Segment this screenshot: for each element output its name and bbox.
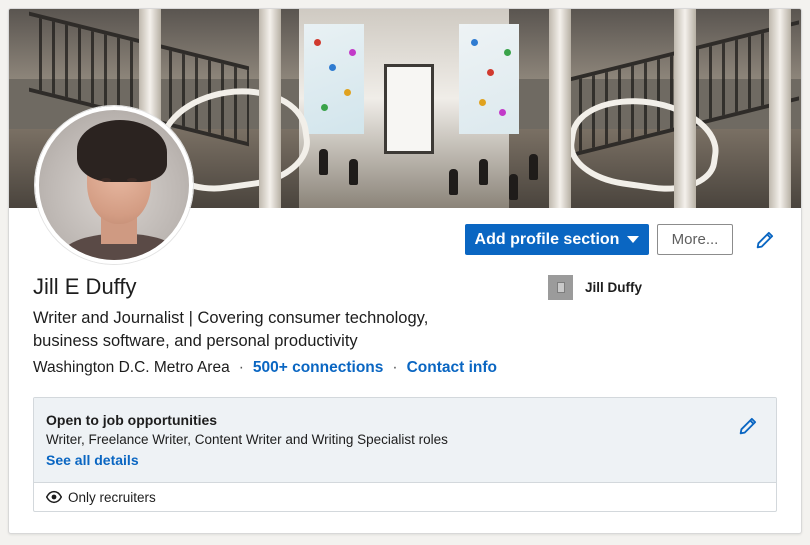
pencil-icon xyxy=(739,417,757,435)
job-visibility-label: Only recruiters xyxy=(68,489,156,505)
see-all-details-link[interactable]: See all details xyxy=(46,452,139,468)
profile-name: Jill E Duffy xyxy=(33,274,137,299)
connections-link[interactable]: 500+ connections xyxy=(253,359,384,377)
more-label: More... xyxy=(671,231,719,248)
profile-meta: Washington D.C. Metro Area · 500+ connec… xyxy=(33,359,497,377)
company-name: Jill Duffy xyxy=(585,280,643,295)
add-profile-section-label: Add profile section xyxy=(474,230,620,248)
add-profile-section-button[interactable]: Add profile section xyxy=(465,224,649,255)
edit-intro-button[interactable] xyxy=(752,227,778,253)
profile-card: Add profile section More... Jill E Duffy… xyxy=(8,8,802,534)
contact-info-link[interactable]: Contact info xyxy=(407,359,497,377)
separator: · xyxy=(238,359,244,376)
profile-location: Washington D.C. Metro Area xyxy=(33,359,230,376)
job-opportunities-roles: Writer, Freelance Writer, Content Writer… xyxy=(46,432,448,447)
more-button[interactable]: More... xyxy=(657,224,733,255)
profile-photo[interactable] xyxy=(35,106,193,264)
building-icon xyxy=(548,275,573,300)
current-company[interactable]: Jill Duffy xyxy=(548,275,642,300)
pencil-icon xyxy=(756,231,774,249)
edit-job-opportunities-button[interactable] xyxy=(736,414,760,438)
job-visibility: Only recruiters xyxy=(46,489,156,505)
job-opportunities-card: Open to job opportunities Writer, Freela… xyxy=(33,397,777,512)
profile-headline: Writer and Journalist | Covering consume… xyxy=(33,309,429,350)
separator: · xyxy=(392,359,398,376)
eye-icon xyxy=(46,490,62,504)
job-opportunities-title: Open to job opportunities xyxy=(46,412,218,428)
caret-down-icon xyxy=(627,236,640,243)
